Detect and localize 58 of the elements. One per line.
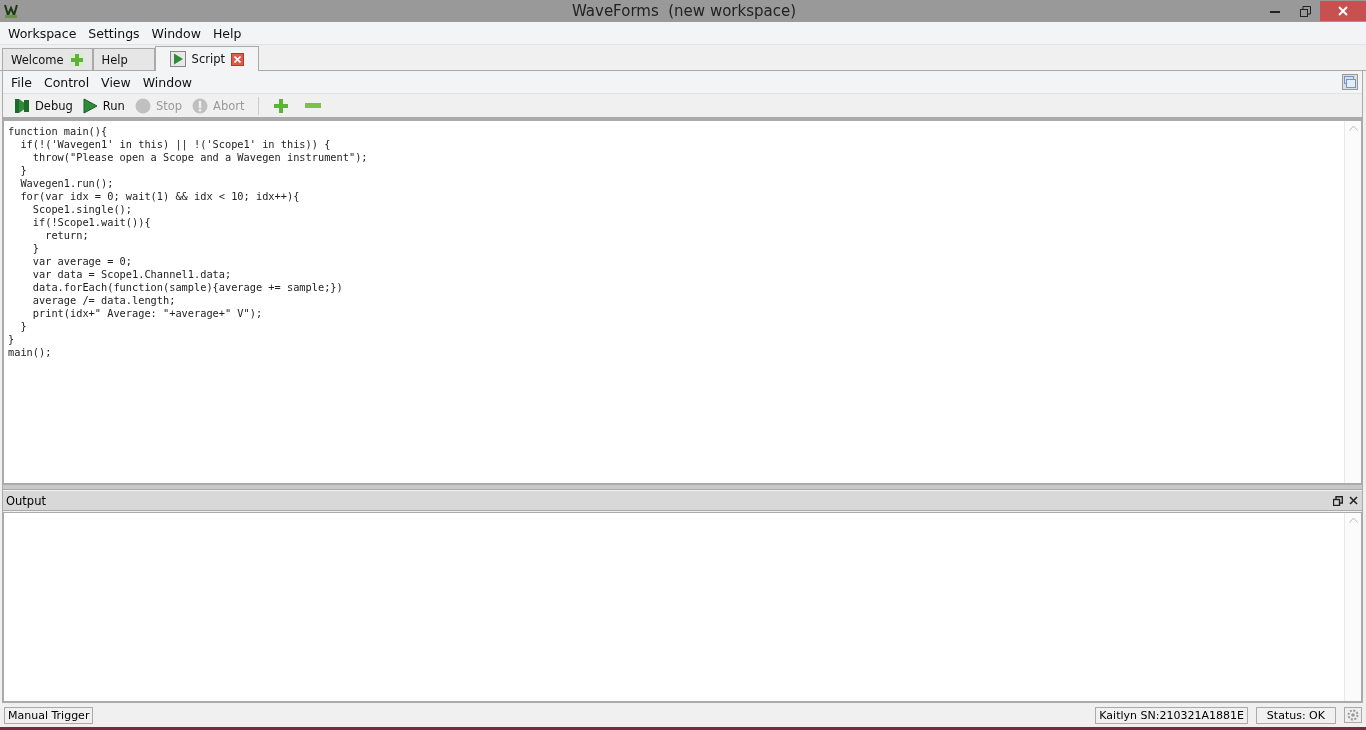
code-line: function main(){	[8, 125, 108, 138]
code-line: return;	[44, 229, 89, 242]
scroll-up-icon[interactable]	[1348, 125, 1358, 131]
minus-icon	[304, 102, 321, 109]
panel-title: Output	[6, 493, 47, 508]
menu-item[interactable]: View	[95, 74, 137, 90]
restore-icon[interactable]	[1299, 5, 1311, 17]
code-line: if(!('Wavegen1' in this) || !('Scope1' in this)) {	[19, 138, 331, 151]
gear-icon[interactable]	[1344, 707, 1362, 723]
close-icon	[233, 55, 241, 63]
play-icon	[169, 51, 186, 67]
code-line: print(idx+" Average: "+average+" V");	[31, 307, 263, 320]
play-icon	[82, 97, 98, 114]
trigger-mode-label[interactable]: Manual Trigger	[4, 706, 94, 724]
code-line: data.forEach(function(sample){average += sample;})	[31, 281, 343, 294]
code-line: var average = 0;	[31, 255, 132, 268]
restore-icon[interactable]	[1333, 495, 1343, 506]
windows-icon[interactable]	[1342, 74, 1358, 90]
tab[interactable]: Script	[154, 46, 259, 71]
code-line: if(!Scope1.wait()){	[31, 216, 151, 229]
menu-item[interactable]: Help	[206, 25, 248, 41]
menu-item[interactable]: Window	[145, 25, 207, 41]
status-label: Status: OK	[1255, 706, 1336, 724]
menu-item[interactable]: Workspace	[2, 25, 83, 41]
device-label[interactable]: Kaitlyn SN:210321A1881E	[1095, 706, 1248, 724]
menu-item[interactable]: Settings	[82, 25, 146, 41]
scroll-up-icon[interactable]	[1348, 517, 1358, 523]
plus-icon	[69, 52, 84, 67]
code-line: for(var idx = 0; wait(1) && idx < 10; idx++){	[19, 190, 300, 203]
toolbar-button[interactable]: Run	[79, 95, 132, 116]
code-line: var data = Scope1.Channel1.data;	[31, 268, 232, 281]
code-line: }	[19, 320, 27, 333]
code-line: Scope1.single();	[31, 203, 132, 216]
app-logo-icon	[4, 3, 18, 19]
window-title: WaveForms (new workspace)	[570, 2, 798, 20]
code-line: throw("Please open a Scope and a Wavegen instrument");	[31, 151, 368, 164]
code-line: }	[8, 333, 15, 346]
stop-icon	[134, 97, 151, 114]
plus-icon	[272, 97, 289, 114]
debug-icon	[14, 97, 30, 114]
close-icon	[1338, 6, 1348, 16]
code-line: main();	[8, 346, 52, 359]
code-line: average /= data.length;	[31, 294, 176, 307]
toolbar-button[interactable]: Debug	[11, 95, 80, 116]
code-editor[interactable]	[3, 120, 1362, 484]
code-line: }	[19, 164, 27, 177]
menu-item[interactable]: Control	[37, 74, 96, 90]
menu-item[interactable]: File	[5, 74, 38, 90]
tab[interactable]: Help	[92, 48, 155, 70]
close-icon[interactable]	[1349, 496, 1358, 505]
menu-item[interactable]: Window	[136, 74, 199, 90]
close-button[interactable]	[1320, 1, 1366, 21]
tab[interactable]: Welcome	[2, 48, 93, 70]
code-line: }	[31, 242, 39, 255]
code-line: Wavegen1.run();	[19, 177, 114, 190]
exclamation-icon	[192, 97, 209, 114]
close-tab-button[interactable]	[230, 52, 244, 66]
minimize-icon[interactable]	[1270, 9, 1280, 13]
